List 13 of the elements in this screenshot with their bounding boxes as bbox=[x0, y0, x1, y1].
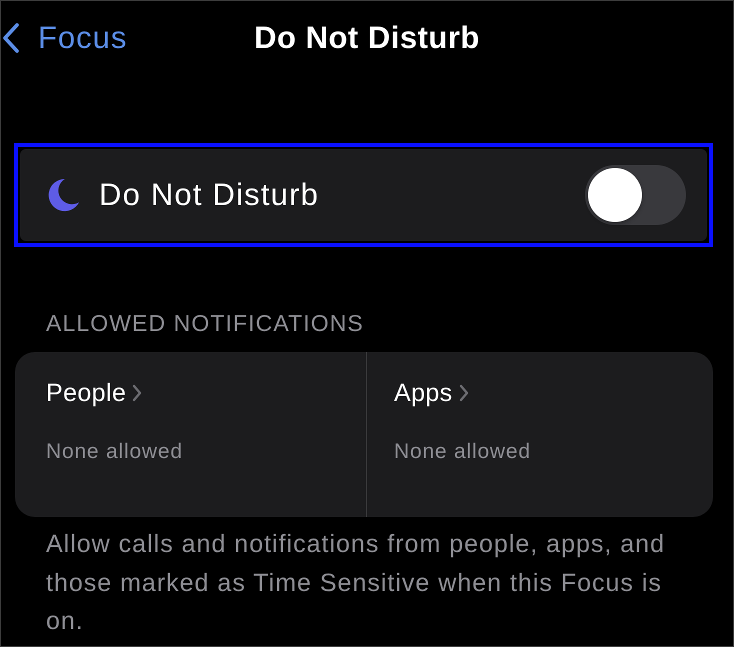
status-text: None allowed bbox=[394, 439, 531, 465]
back-button[interactable]: Focus bbox=[1, 20, 128, 56]
moon-icon bbox=[47, 178, 80, 212]
category-link[interactable]: Apps bbox=[394, 378, 469, 408]
category-link[interactable]: People bbox=[46, 378, 142, 408]
chevron-left-icon bbox=[2, 23, 20, 53]
chevron-right-icon bbox=[132, 384, 142, 402]
chevron-right-icon bbox=[458, 384, 469, 402]
focus-label: Do Not Disturb bbox=[99, 177, 320, 213]
footer-text: Allow calls and notifications from people, apps, and those marked as Time Sensitive when this Focus is on. bbox=[46, 529, 666, 637]
status-text: None allowed bbox=[46, 439, 183, 465]
page-title: Do Not Disturb bbox=[254, 20, 480, 56]
section-header: ALLOWED NOTIFICATIONS bbox=[46, 310, 365, 336]
